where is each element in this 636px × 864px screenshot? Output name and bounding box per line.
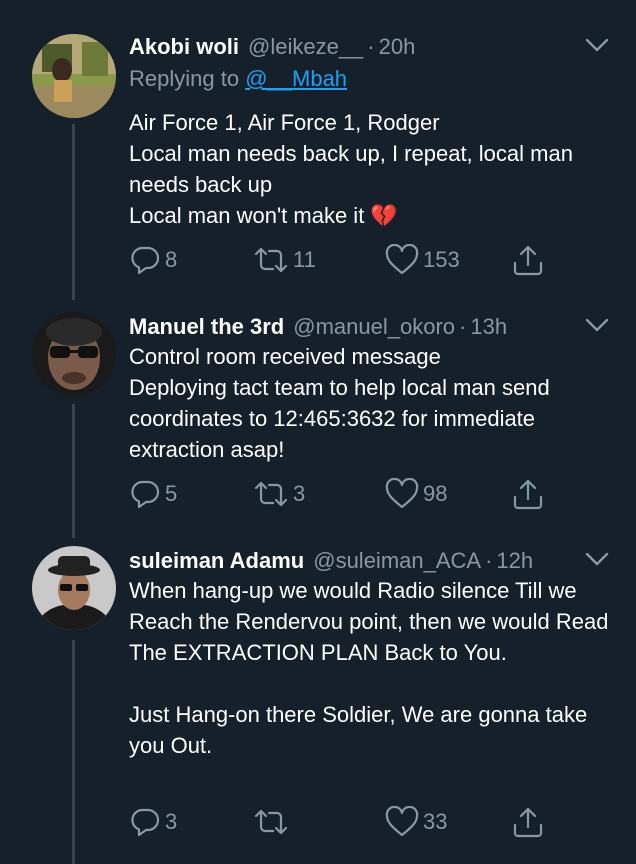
retweet-button[interactable]: 3 <box>253 476 305 512</box>
retweet-icon <box>253 806 289 838</box>
share-icon <box>511 477 545 511</box>
tweet-actions: 3 33 <box>129 804 609 840</box>
reply-button[interactable]: 5 <box>129 476 177 512</box>
tweet-line: Local man won't make it 💔 <box>129 203 398 228</box>
display-name[interactable]: Manuel the 3rd <box>129 310 284 344</box>
like-button[interactable]: 33 <box>385 804 447 840</box>
separator: · <box>459 314 467 339</box>
tweet-line: Air Force 1, Air Force 1, Rodger <box>129 110 440 135</box>
retweet-count: 3 <box>293 481 306 506</box>
reply-icon <box>129 806 161 838</box>
retweet-count: 11 <box>293 247 316 272</box>
share-icon <box>511 243 545 277</box>
tweet[interactable]: Manuel the 3rd @manuel_okoro · 13h Contr… <box>0 310 636 530</box>
retweet-button[interactable]: 11 <box>253 242 316 278</box>
user-handle[interactable]: @suleiman_ACA <box>313 544 481 578</box>
replying-prefix: Replying to <box>129 66 240 91</box>
like-icon <box>385 244 419 276</box>
like-count: 33 <box>423 809 448 834</box>
display-name[interactable]: suleiman Adamu <box>129 544 304 578</box>
tweet-actions: 8 11 153 <box>129 242 609 278</box>
like-icon <box>385 806 419 838</box>
tweet-text: When hang-up we would Radio silence Till… <box>129 575 614 761</box>
tweet-header: Manuel the 3rd @manuel_okoro · 13h <box>129 310 507 344</box>
reply-icon <box>129 478 161 510</box>
tweet-line: When hang-up we would Radio silence Till… <box>129 578 609 665</box>
retweet-button[interactable] <box>253 804 293 840</box>
tweet-header: Akobi woli @leikeze__ · 20h <box>129 30 415 64</box>
tweet-line: Control room received message <box>129 344 441 369</box>
tweet-header: suleiman Adamu @suleiman_ACA · 12h <box>129 544 533 578</box>
chevron-down-icon[interactable] <box>584 312 610 338</box>
separator: · <box>485 548 493 573</box>
reply-button[interactable]: 3 <box>129 804 177 840</box>
avatar[interactable] <box>32 312 116 396</box>
replying-to: Replying to @__Mbah <box>129 64 347 94</box>
tweet[interactable]: suleiman Adamu @suleiman_ACA · 12h When … <box>0 544 636 864</box>
user-handle[interactable]: @manuel_okoro <box>293 310 455 344</box>
user-handle[interactable]: @leikeze__ <box>248 30 363 64</box>
like-count: 98 <box>423 481 448 506</box>
timestamp[interactable]: 12h <box>496 544 533 578</box>
tweet-text: Air Force 1, Air Force 1, Rodger Local m… <box>129 107 614 231</box>
share-icon <box>511 805 545 839</box>
reply-icon <box>129 244 161 276</box>
like-icon <box>385 478 419 510</box>
display-name[interactable]: Akobi woli <box>129 30 239 64</box>
reply-button[interactable]: 8 <box>129 242 177 278</box>
tweet-actions: 5 3 98 <box>129 476 609 512</box>
share-button[interactable] <box>511 476 545 512</box>
retweet-icon <box>253 244 289 276</box>
retweet-icon <box>253 478 289 510</box>
tweet-line: Local man needs back up, I repeat, local… <box>129 141 573 197</box>
share-button[interactable] <box>511 804 545 840</box>
reply-count: 8 <box>165 247 178 272</box>
avatar[interactable] <box>32 546 116 630</box>
like-button[interactable]: 153 <box>385 242 460 278</box>
separator: · <box>367 34 375 59</box>
chevron-down-icon[interactable] <box>584 546 610 572</box>
tweet-line: Deploying tact team to help local man se… <box>129 375 550 462</box>
like-button[interactable]: 98 <box>385 476 447 512</box>
like-count: 153 <box>423 247 460 272</box>
tweet[interactable]: Akobi woli @leikeze__ · 20h Replying to … <box>0 30 636 280</box>
replying-to-link[interactable]: @__Mbah <box>245 66 347 91</box>
timestamp[interactable]: 13h <box>470 310 507 344</box>
tweet-line: Just Hang-on there Soldier, We are gonna… <box>129 702 588 758</box>
reply-count: 3 <box>165 809 178 834</box>
timestamp[interactable]: 20h <box>379 30 416 64</box>
reply-count: 5 <box>165 481 178 506</box>
tweet-text: Control room received message Deploying … <box>129 341 614 465</box>
chevron-down-icon[interactable] <box>584 32 610 58</box>
avatar[interactable] <box>32 34 116 118</box>
share-button[interactable] <box>511 242 545 278</box>
